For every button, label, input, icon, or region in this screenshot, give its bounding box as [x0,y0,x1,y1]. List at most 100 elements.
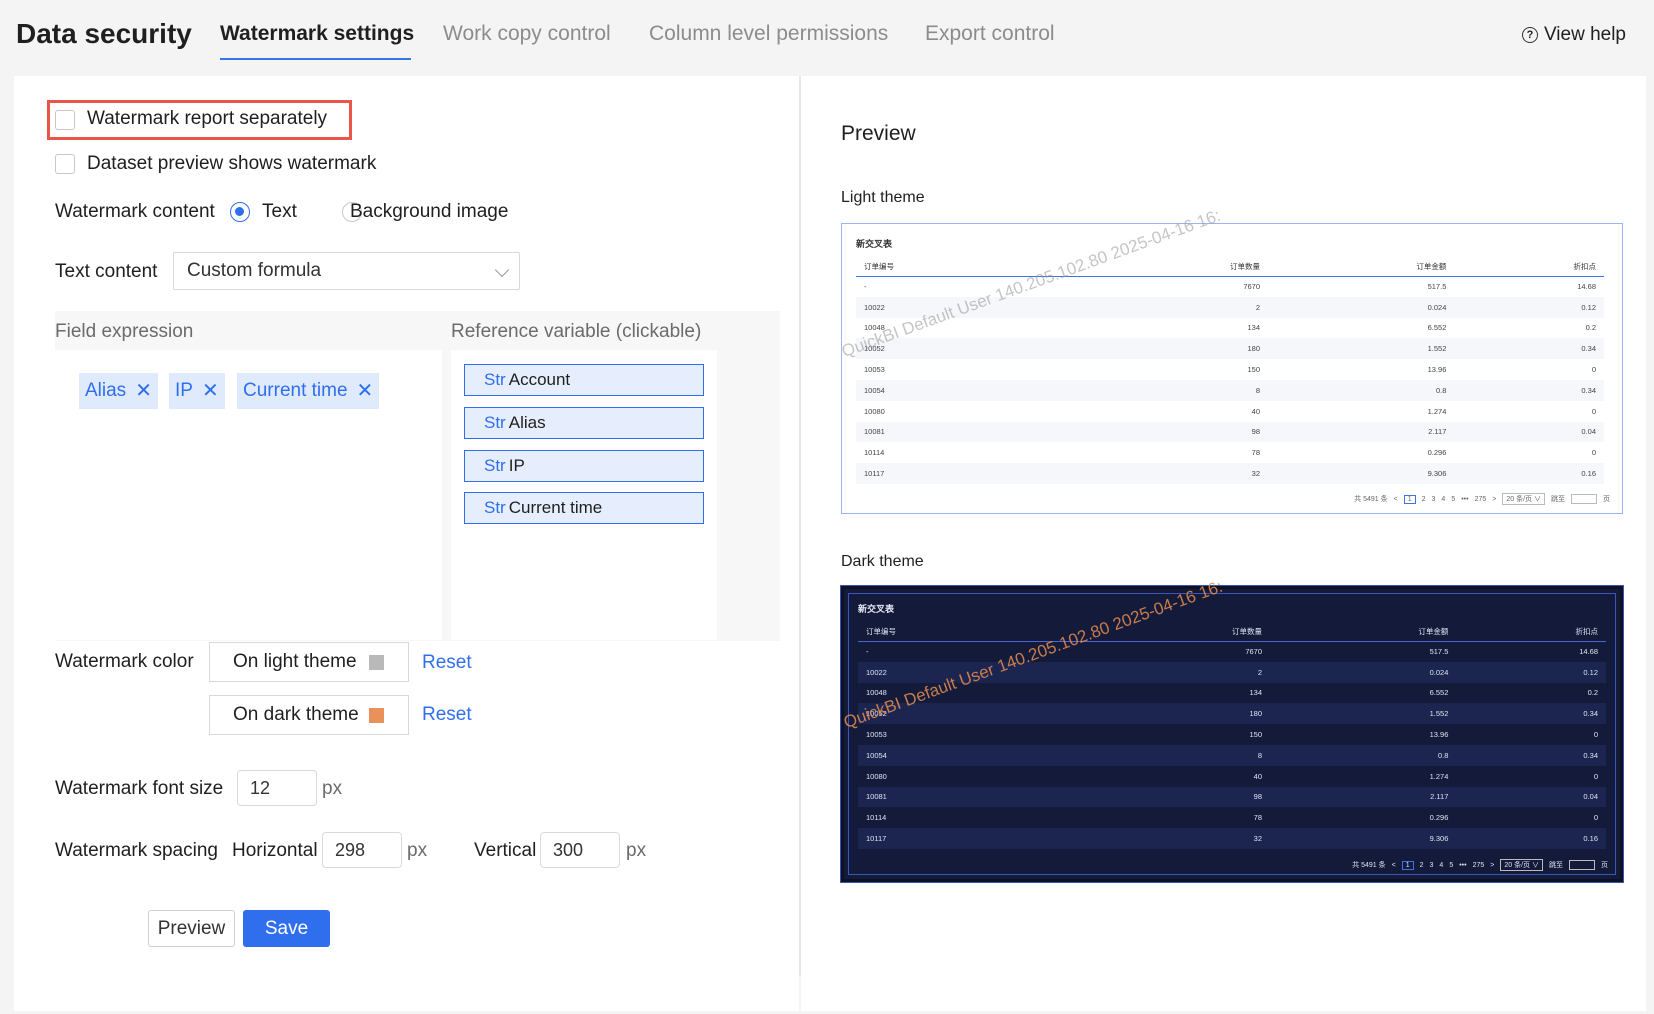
table-row: 10022 2 0.024 0.12 [856,296,1604,318]
dataset-preview-watermark-label: Dataset preview shows watermark [87,153,377,174]
vertical-label: Vertical [474,840,537,861]
expression-tag-ip[interactable]: IP ✕ [169,373,225,409]
save-button[interactable]: Save [243,910,330,947]
table-cell: 10053 [866,730,887,740]
string-type-label: Str [484,498,506,517]
table-cell: 0.04 [1454,421,1604,443]
table-cell: 32 [1081,463,1268,484]
table-cell: 32 [1083,828,1270,849]
variable-account[interactable]: Str Account [464,364,704,396]
pager-page: 2 [1421,495,1426,503]
table-cell: 10053 [864,365,885,375]
table-cell: 0.16 [1454,463,1604,484]
table-cell: 517.5 [1429,647,1449,657]
column-header: 订单编号 [856,258,1082,277]
table-cell: 10052 [858,703,1084,725]
table-cell: 180 [1083,703,1270,725]
table-cell: 10117 [858,828,1084,849]
table-cell: 10052 [856,338,1082,360]
view-help-link[interactable]: ? View help [1521,24,1626,46]
variable-label: Account [508,370,571,389]
tab-work-copy-control[interactable]: Work copy control [443,22,611,46]
table-cell: 78 [1251,448,1260,458]
tag-label: IP [175,380,193,401]
table-cell: 0.12 [1454,296,1604,318]
table-cell: 10080 [866,771,887,781]
table-cell: 6.552 [1429,688,1449,698]
content-text-radio[interactable] [230,202,250,222]
preview-title: Preview [841,122,916,145]
variable-current-time[interactable]: Str Current time [464,492,704,524]
pager-next: > [1492,495,1497,503]
table-row: 10080 40 1.274 0 [856,401,1604,422]
watermark-report-separately-checkbox[interactable] [55,110,75,130]
table-cell: 0 [1591,365,1596,375]
table-row: 10114 78 0.296 0 [856,442,1604,463]
column-header: 订单数量 [1083,623,1270,642]
table-cell: 10081 [858,786,1084,808]
watermark-report-separately-label: Watermark report separately [87,108,328,129]
table-cell: 9.306 [1268,463,1455,484]
light-theme-color-picker[interactable]: On light theme [209,642,409,682]
pager-prev: < [1393,495,1398,503]
table-cell: 0.296 [1429,813,1449,823]
table-cell: 0 [1593,771,1598,781]
variable-ip[interactable]: Str IP [464,450,704,482]
expression-tag-current-time[interactable]: Current time ✕ [237,373,380,409]
table-cell: 98 [1083,786,1270,808]
dark-theme-color-picker[interactable]: On dark theme [209,695,409,735]
content-text-label: Text [262,201,297,222]
table-cell: 1.274 [1429,771,1449,781]
table-cell: 0.12 [1456,661,1606,683]
tab-export-control[interactable]: Export control [925,22,1055,46]
dataset-preview-watermark-checkbox[interactable] [55,154,75,174]
variable-alias[interactable]: Str Alias [464,407,704,439]
expression-tag-alias[interactable]: Alias ✕ [79,373,158,409]
table-row: 10081 98 2.117 0.04 [856,421,1604,443]
table-cell: 1.552 [1268,338,1455,360]
horizontal-spacing-input[interactable] [322,832,402,868]
table-row: 10117 32 9.306 0.16 [858,828,1606,849]
table-cell: 1.552 [1270,703,1457,725]
table-cell: 150 [1249,730,1262,740]
tab-column-level-permissions[interactable]: Column level permissions [649,22,888,46]
preview-pagination: 共 5491 条 <1 2 3 4 5 ••• 275 >20 条/页 ∨ 跳至 页 [1352,859,1608,871]
vertical-spacing-input[interactable] [540,832,620,868]
reset-dark-color-link[interactable]: Reset [422,704,472,726]
variable-label: Alias [508,413,546,432]
pager-jump-input [1569,860,1595,870]
pager-jump-label: 跳至 [1549,862,1563,869]
reset-light-color-link[interactable]: Reset [422,652,472,674]
table-cell: 0.34 [1454,379,1604,401]
pager-page: 5 [1449,861,1454,869]
close-icon[interactable]: ✕ [135,381,152,401]
close-icon[interactable]: ✕ [357,381,374,401]
font-size-input[interactable] [237,770,317,806]
close-icon[interactable]: ✕ [202,381,219,401]
pager-page: 5 [1451,495,1456,503]
column-header: 折扣点 [1456,623,1606,642]
table-cell: 6.552 [1427,323,1447,333]
table-row: 10081 98 2.117 0.04 [858,786,1606,808]
table-cell: 10022 [856,296,1082,318]
text-content-select[interactable]: Custom formula [173,252,520,290]
tab-watermark-settings[interactable]: Watermark settings [220,22,414,46]
column-header: 订单编号 [858,623,1084,642]
table-cell: 10114 [866,813,887,823]
table-cell: 10048 [866,688,887,698]
light-theme-preview: 新交叉表 订单编号 订单数量 订单金额 折扣点 -7670 517.5 14.68 1002… [839,206,1623,514]
variable-label: Current time [508,498,603,517]
table-row: 10114 78 0.296 0 [858,807,1606,828]
table-cell: 180 [1081,338,1268,360]
tag-label: Alias [85,380,127,401]
light-theme-color-label: On light theme [233,651,357,672]
page-title: Data security [16,18,192,49]
column-header: 订单数量 [1081,258,1268,277]
table-cell: 98 [1081,421,1268,443]
dark-theme-color-label: On dark theme [233,704,359,725]
dark-theme-label: Dark theme [841,553,924,570]
table-row: 10117 32 9.306 0.16 [856,463,1604,484]
table-cell: 10054 [858,744,1084,766]
pager-prev: < [1391,861,1396,869]
preview-button[interactable]: Preview [148,910,235,947]
